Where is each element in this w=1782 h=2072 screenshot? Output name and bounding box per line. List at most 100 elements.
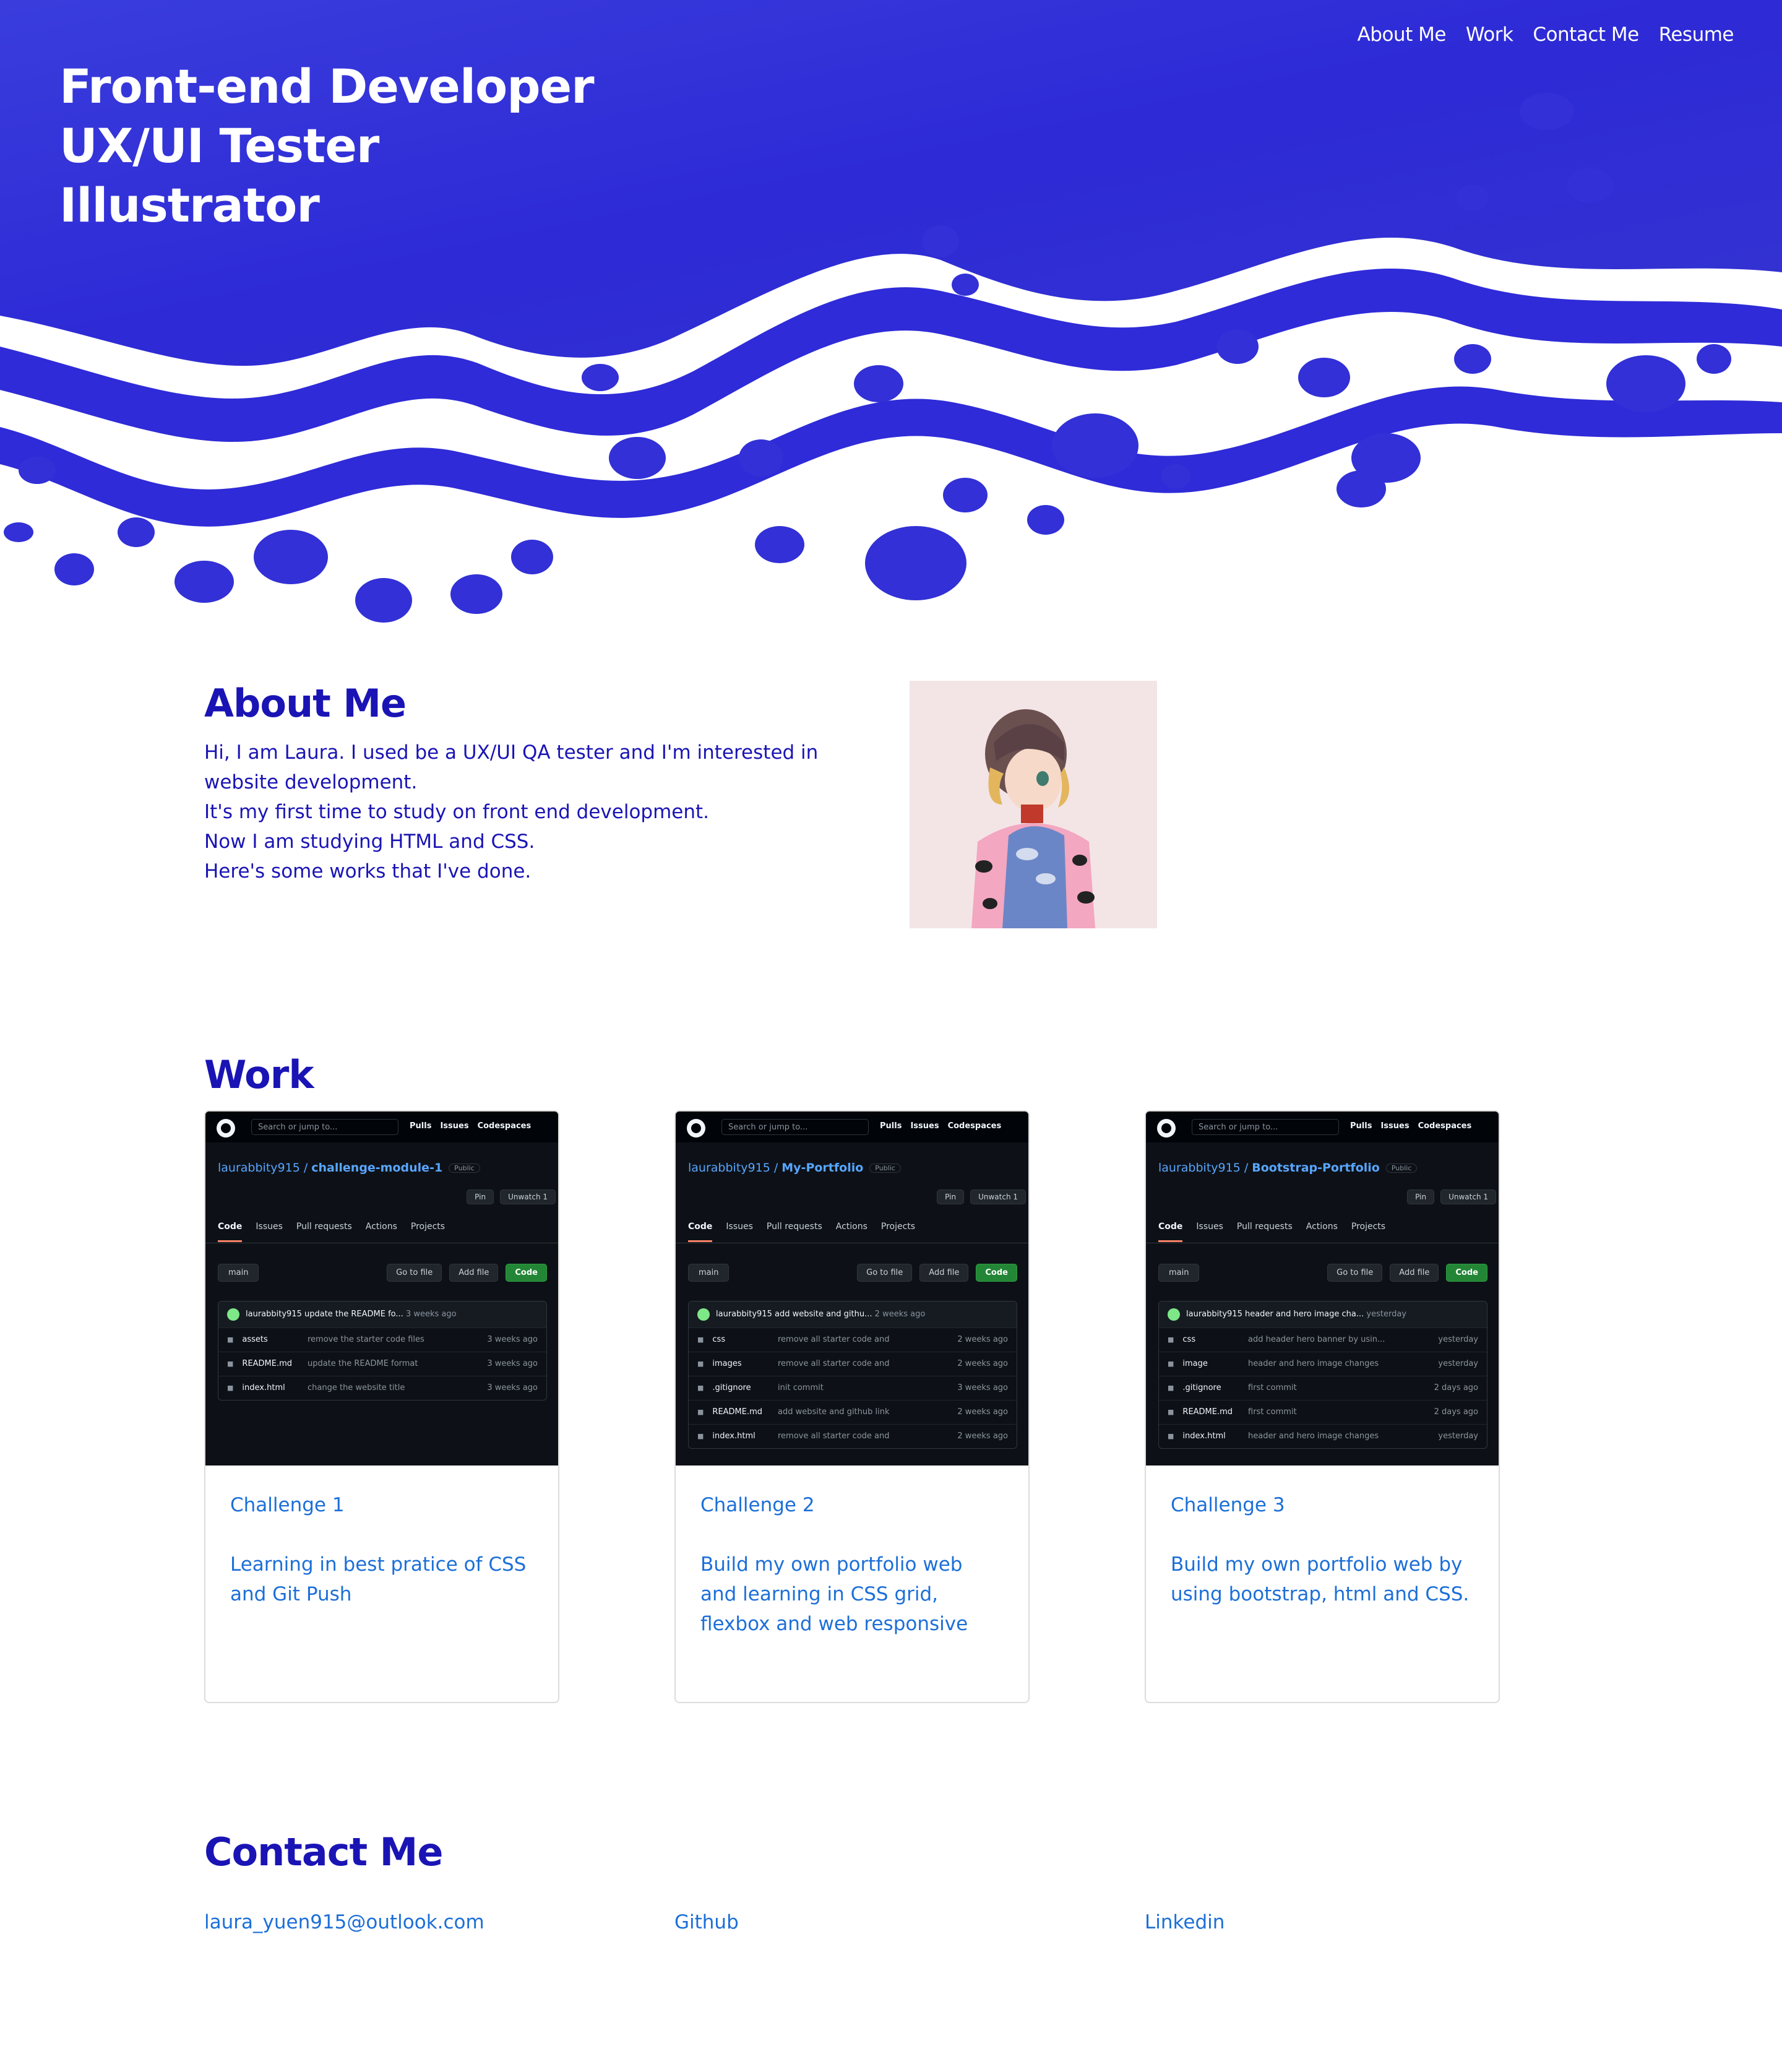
file-name: index.html: [697, 1425, 778, 1448]
file-date: 2 weeks ago: [957, 1431, 1008, 1441]
repo-tabs: Code Issues Pull requests Actions Projects: [1158, 1222, 1399, 1242]
repo-screenshot[interactable]: Search or jump to... Pulls Issues Codespac…: [1146, 1112, 1499, 1466]
file-commit-message: header and hero image changes: [1248, 1431, 1379, 1441]
repo-tab: Pull requests: [1236, 1222, 1293, 1232]
card-description: Learning in best pratice of CSS and Git …: [230, 1553, 527, 1605]
about-heading: About Me: [204, 681, 407, 726]
repo-actions: Go to file Add file Code: [857, 1264, 1017, 1282]
file-date: 3 weeks ago: [487, 1359, 538, 1368]
repo-buttons: Pin Unwatch 1: [467, 1189, 556, 1204]
github-logo-icon: [687, 1119, 705, 1137]
repo-name: challenge-module-1: [311, 1161, 443, 1175]
repo-visibility-badge: Public: [449, 1163, 480, 1173]
file-commit-message: remove all starter code and: [778, 1359, 890, 1368]
repo-file-row: index.html header and hero image changes…: [1159, 1424, 1487, 1448]
card-title-link[interactable]: Challenge 1: [230, 1490, 533, 1520]
repo-file-row: index.html remove all starter code and 2…: [689, 1424, 1017, 1448]
work-card[interactable]: Search or jump to... Pulls Issues Codespac…: [204, 1110, 559, 1703]
repo-name: Bootstrap-Portfolio: [1252, 1161, 1380, 1175]
file-date: 2 days ago: [1434, 1407, 1478, 1417]
repo-owner: laurabbity915: [1158, 1161, 1241, 1175]
github-search: Search or jump to...: [721, 1119, 869, 1135]
work-heading: Work: [204, 1052, 314, 1097]
repo-actions: Go to file Add file Code: [387, 1264, 547, 1282]
github-top-link: Codespaces: [477, 1121, 532, 1131]
file-date: yesterday: [1438, 1431, 1478, 1441]
repo-tabs: Code Issues Pull requests Actions Projects: [218, 1222, 458, 1242]
hero-titles: Front-end Developer UX/UI Tester Illustr…: [59, 57, 595, 235]
file-commit-message: remove the starter code files: [308, 1335, 424, 1344]
repo-file-row: assets remove the starter code files 3 w…: [218, 1327, 546, 1352]
github-top-link: Issues: [910, 1121, 939, 1131]
add-file-button: Add file: [449, 1264, 499, 1282]
file-date: 2 weeks ago: [957, 1359, 1008, 1368]
add-file-button: Add file: [919, 1264, 969, 1282]
repo-tab: Code: [1158, 1222, 1183, 1242]
repo-file-row: README.md add website and github link 2 …: [689, 1400, 1017, 1424]
repo-tab: Issues: [1196, 1222, 1223, 1232]
file-name: image: [1168, 1352, 1248, 1376]
nav-link-work[interactable]: Work: [1466, 24, 1513, 46]
work-card[interactable]: Search or jump to... Pulls Issues Codespac…: [674, 1110, 1030, 1703]
repo-file-row: README.md first commit 2 days ago: [1159, 1400, 1487, 1424]
file-name: css: [1168, 1328, 1248, 1352]
card-body: Challenge 3 Build my own portfolio web b…: [1146, 1466, 1499, 1609]
about-paragraph: Now I am studying HTML and CSS.: [204, 831, 535, 853]
repo-buttons: Pin Unwatch 1: [937, 1189, 1026, 1204]
repo-file-list: laurabbity915 add website and githu... 2…: [688, 1301, 1017, 1449]
commit-message: laurabbity915 add website and githu...: [716, 1310, 872, 1319]
file-name: .gitignore: [697, 1376, 778, 1400]
commit-time: 3 weeks ago: [405, 1310, 457, 1319]
file-name: css: [697, 1328, 778, 1352]
nav-link-resume[interactable]: Resume: [1659, 24, 1734, 46]
work-card[interactable]: Search or jump to... Pulls Issues Codespac…: [1145, 1110, 1500, 1703]
github-top-link: Pulls: [1350, 1121, 1372, 1131]
nav-link-about-me[interactable]: About Me: [1358, 24, 1447, 46]
card-title-link[interactable]: Challenge 3: [1171, 1490, 1474, 1520]
repo-file-row: .gitignore first commit 2 days ago: [1159, 1376, 1487, 1400]
file-name: images: [697, 1352, 778, 1376]
repo-tab: Projects: [410, 1222, 446, 1232]
file-commit-message: remove all starter code and: [778, 1335, 890, 1344]
add-file-button: Add file: [1390, 1264, 1439, 1282]
commit-time: yesterday: [1366, 1310, 1406, 1319]
card-title-link[interactable]: Challenge 2: [700, 1490, 1004, 1520]
branch-select: main: [218, 1264, 259, 1282]
file-date: 2 days ago: [1434, 1383, 1478, 1392]
file-name: index.html: [1168, 1425, 1248, 1448]
github-link[interactable]: Github: [674, 1911, 739, 1933]
about-paragraph: Hi, I am Laura. I used be a UX/UI QA tes…: [204, 741, 819, 793]
github-top-link: Pulls: [880, 1121, 902, 1131]
repo-tab: Pull requests: [296, 1222, 352, 1232]
pin-button: Pin: [1407, 1189, 1435, 1204]
repo-tab: Actions: [365, 1222, 397, 1232]
repo-file-row: css remove all starter code and 2 weeks …: [689, 1327, 1017, 1352]
repo-tab: Actions: [1306, 1222, 1338, 1232]
repo-path: laurabbity915 / Bootstrap-Portfolio Publi…: [1158, 1161, 1418, 1175]
repo-buttons: Pin Unwatch 1: [1407, 1189, 1496, 1204]
repo-tab: Issues: [256, 1222, 283, 1232]
top-nav: About Me Work Contact Me Resume: [1358, 24, 1734, 46]
unwatch-button: Unwatch 1: [500, 1189, 556, 1204]
file-commit-message: update the README format: [308, 1359, 418, 1368]
file-commit-message: header and hero image changes: [1248, 1359, 1379, 1368]
repo-screenshot[interactable]: Search or jump to... Pulls Issues Codespac…: [205, 1112, 558, 1466]
github-top-link: Issues: [440, 1121, 469, 1131]
repo-tab: Projects: [1351, 1222, 1386, 1232]
github-top-links: Pulls Issues Codespaces: [410, 1121, 540, 1131]
file-date: yesterday: [1438, 1335, 1478, 1344]
latest-commit: laurabbity915 add website and githu... 2…: [689, 1301, 1017, 1327]
file-date: 3 weeks ago: [487, 1335, 538, 1344]
about-text: Hi, I am Laura. I used be a UX/UI QA tes…: [204, 738, 885, 886]
github-top-links: Pulls Issues Codespaces: [880, 1121, 1010, 1131]
nav-link-contact-me[interactable]: Contact Me: [1533, 24, 1639, 46]
hero-banner: About Me Work Contact Me Resume Front-en…: [0, 0, 1782, 631]
email-link[interactable]: laura_yuen915@outlook.com: [204, 1911, 484, 1933]
repo-screenshot[interactable]: Search or jump to... Pulls Issues Codespac…: [676, 1112, 1028, 1466]
linkedin-link[interactable]: Linkedin: [1145, 1911, 1225, 1933]
commit-message: laurabbity915 header and hero image cha.…: [1186, 1310, 1364, 1319]
github-logo-icon: [217, 1119, 235, 1137]
about-paragraph: It's my first time to study on front end…: [204, 801, 710, 823]
file-commit-message: first commit: [1248, 1383, 1297, 1392]
latest-commit: laurabbity915 header and hero image cha.…: [1159, 1301, 1487, 1327]
